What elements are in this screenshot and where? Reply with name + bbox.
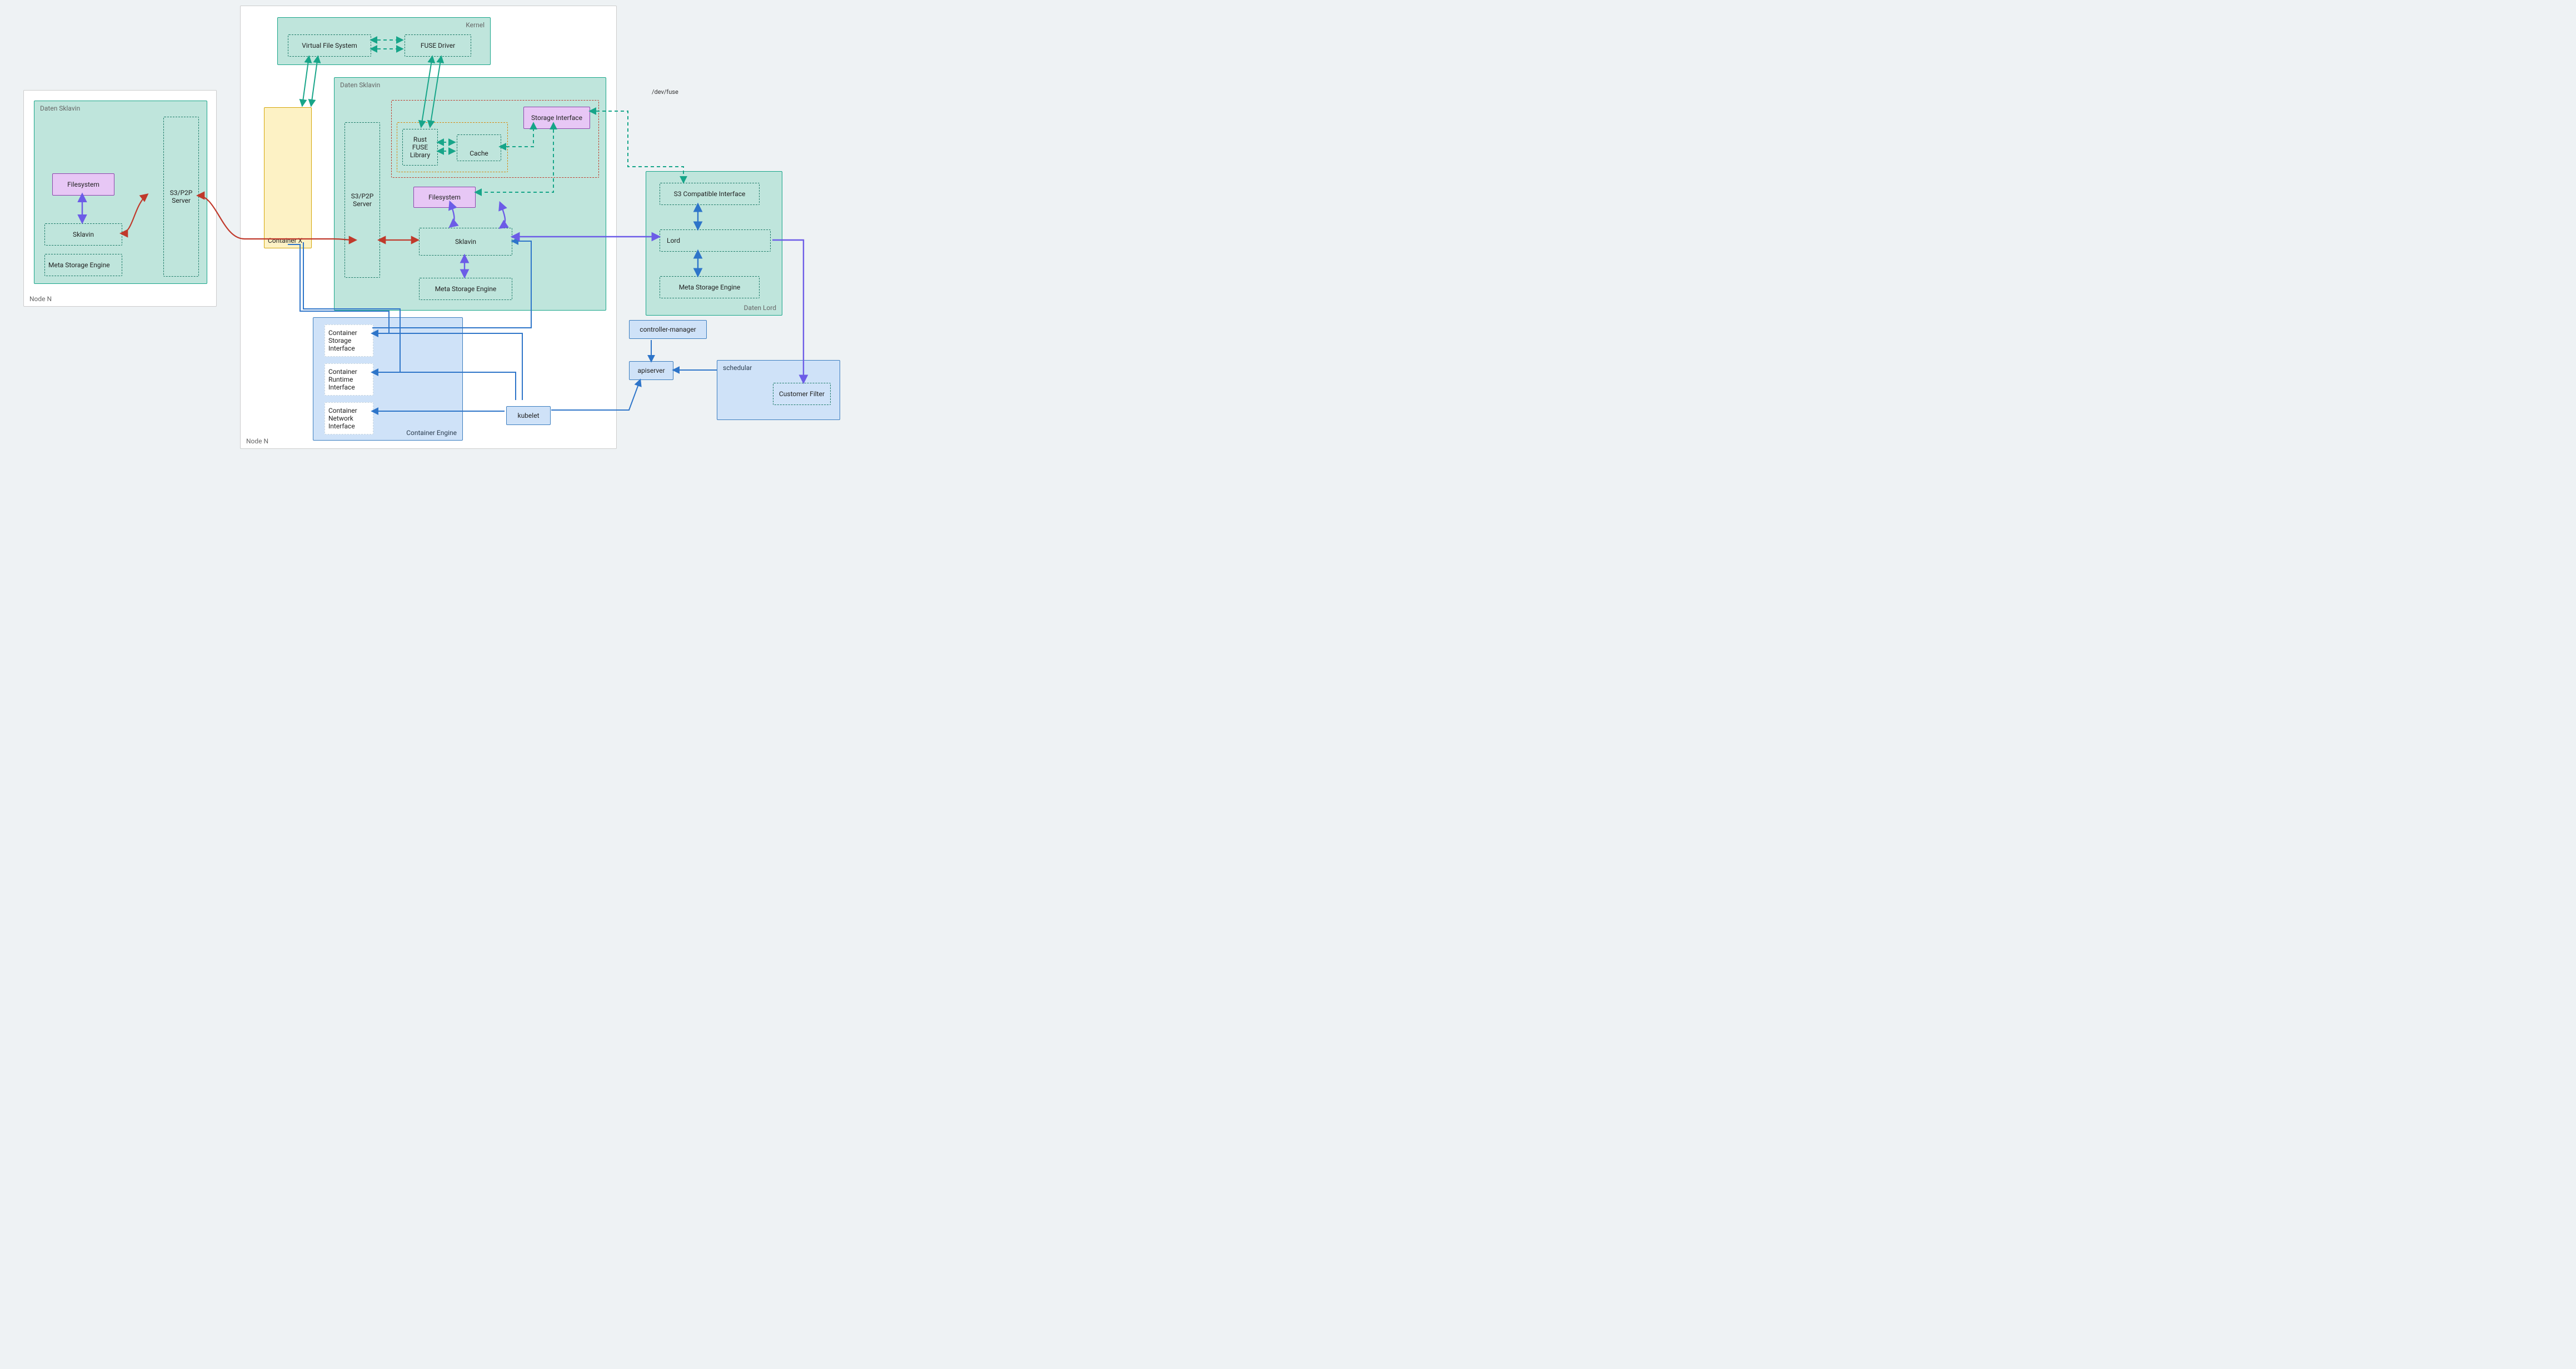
- box-lord: Lord: [660, 229, 771, 252]
- text-csi: Container Storage Interface: [328, 329, 370, 352]
- text-filesystem-left: Filesystem: [67, 181, 99, 188]
- box-container-x: Container X: [264, 107, 312, 248]
- panel-node-n-main: Node N Kernel Virtual File System FUSE D…: [240, 6, 617, 449]
- text-kubelet: kubelet: [517, 412, 539, 419]
- box-fuse-driver: FUSE Driver: [405, 34, 471, 57]
- group-daten-sklavin-left-label: Daten Sklavin: [40, 104, 80, 112]
- label-dev-fuse: /dev/fuse: [652, 88, 678, 96]
- text-meta-storage-left: Meta Storage Engine: [48, 261, 110, 269]
- box-s3-compat: S3 Compatible Interface: [660, 183, 760, 205]
- panel-node-n-left: Node N Daten Sklavin Filesystem Sklavin …: [23, 90, 217, 307]
- box-apiserver: apiserver: [629, 361, 673, 380]
- box-controller-manager: controller-manager: [629, 320, 707, 339]
- group-daten-sklavin-main: Daten Sklavin S3/P2P Server Rust FUSE Li…: [334, 77, 606, 311]
- group-kernel: Kernel Virtual File System FUSE Driver: [277, 17, 491, 65]
- text-meta-storage-lord: Meta Storage Engine: [679, 283, 741, 291]
- box-cni: Container Network Interface: [325, 402, 373, 434]
- group-daten-lord: Daten Lord S3 Compatible Interface Lord …: [646, 171, 782, 316]
- text-s3p2p-left: S3/P2P Server: [167, 189, 195, 204]
- box-meta-storage-main: Meta Storage Engine: [419, 278, 512, 300]
- box-meta-storage-left: Meta Storage Engine: [44, 254, 122, 276]
- box-customer-filter: Customer Filter: [773, 383, 831, 405]
- box-filesystem-main: Filesystem: [413, 187, 476, 208]
- box-meta-storage-lord: Meta Storage Engine: [660, 276, 760, 298]
- panel-node-n-main-label: Node N: [246, 437, 268, 445]
- box-cache: Cache: [457, 134, 501, 161]
- text-rust-fuse: Rust FUSE Library: [406, 136, 434, 159]
- box-rust-fuse: Rust FUSE Library: [402, 129, 438, 166]
- text-filesystem-main: Filesystem: [428, 193, 461, 201]
- text-storage-interface: Storage Interface: [531, 114, 582, 122]
- box-cri: Container Runtime Interface: [325, 363, 373, 396]
- text-sklavin-left: Sklavin: [73, 231, 94, 238]
- group-daten-sklavin-main-label: Daten Sklavin: [340, 81, 380, 89]
- text-meta-storage-main: Meta Storage Engine: [435, 285, 497, 293]
- text-vfs: Virtual File System: [302, 42, 357, 49]
- text-cri: Container Runtime Interface: [328, 368, 370, 391]
- box-filesystem-left: Filesystem: [52, 173, 114, 196]
- text-container-x: Container X: [268, 237, 302, 244]
- box-s3p2p-main: S3/P2P Server: [345, 122, 380, 278]
- panel-node-n-left-label: Node N: [29, 295, 52, 303]
- text-sklavin-main: Sklavin: [455, 238, 476, 246]
- text-lord: Lord: [667, 237, 680, 244]
- box-sklavin-main: Sklavin: [419, 228, 512, 256]
- group-container-engine-label: Container Engine: [406, 429, 457, 437]
- text-s3p2p-main: S3/P2P Server: [348, 192, 376, 208]
- group-container-engine: Container Engine Container Storage Inter…: [313, 317, 463, 441]
- box-storage-interface: Storage Interface: [523, 107, 590, 129]
- text-customer-filter: Customer Filter: [779, 390, 825, 398]
- text-s3-compat: S3 Compatible Interface: [674, 190, 746, 198]
- group-kernel-label: Kernel: [466, 21, 485, 29]
- text-controller-manager: controller-manager: [640, 326, 696, 333]
- text-apiserver: apiserver: [637, 367, 665, 374]
- group-daten-sklavin-left: Daten Sklavin Filesystem Sklavin Meta St…: [34, 101, 207, 284]
- text-cni: Container Network Interface: [328, 407, 370, 430]
- group-daten-lord-label: Daten Lord: [744, 304, 776, 312]
- box-sklavin-left: Sklavin: [44, 223, 122, 246]
- text-cache: Cache: [470, 149, 488, 157]
- group-schedular: schedular Customer Filter: [717, 360, 840, 420]
- box-vfs: Virtual File System: [288, 34, 371, 57]
- box-s3p2p-left: S3/P2P Server: [163, 117, 199, 277]
- box-csi: Container Storage Interface: [325, 324, 373, 357]
- box-kubelet: kubelet: [506, 406, 551, 425]
- group-schedular-label: schedular: [723, 364, 752, 372]
- text-fuse-driver: FUSE Driver: [421, 42, 455, 49]
